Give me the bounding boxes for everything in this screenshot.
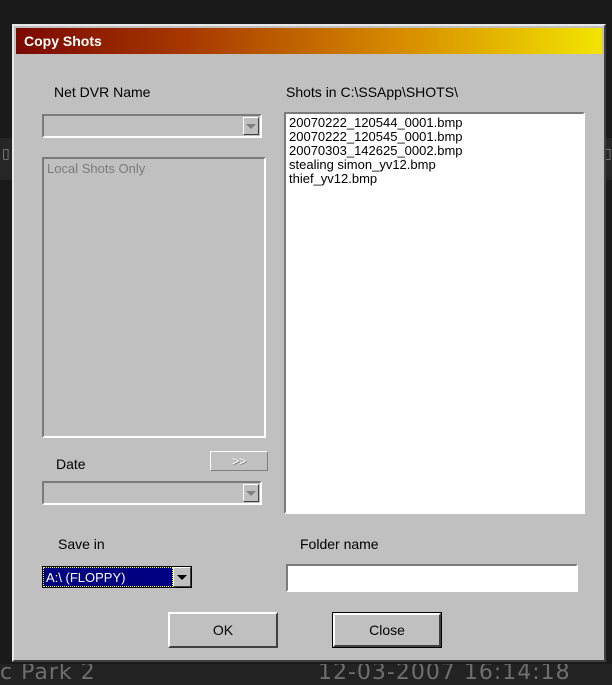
save-in-label: Save in [58, 536, 105, 552]
net-dvr-dropdown-button[interactable] [243, 117, 259, 135]
close-button[interactable]: Close [332, 612, 442, 648]
ok-button[interactable]: OK [168, 612, 278, 648]
folder-name-label: Folder name [300, 536, 379, 552]
date-dropdown-button[interactable] [243, 484, 259, 502]
dialog-titlebar[interactable]: Copy Shots [16, 28, 602, 54]
shots-folder-label: Shots in C:\SSApp\SHOTS\ [286, 84, 458, 100]
folder-name-value [288, 569, 291, 584]
dvr-list-item[interactable]: Local Shots Only [44, 162, 264, 176]
chevron-down-icon [177, 574, 187, 580]
background-timestamp: 12-03-2007 16:14:18 [318, 664, 571, 685]
net-dvr-name-label: Net DVR Name [54, 84, 151, 100]
save-in-combo[interactable]: A:\ (FLOPPY) [42, 566, 192, 588]
chevron-down-icon [246, 123, 256, 129]
shot-file-item[interactable]: 20070222_120545_0001.bmp [286, 130, 583, 144]
date-combo[interactable] [42, 481, 262, 505]
date-label: Date [56, 456, 86, 472]
save-in-dropdown-button[interactable] [173, 567, 191, 587]
close-button-label: Close [369, 622, 405, 638]
copy-shots-dialog: Copy Shots Net DVR Name Local Shots Only… [12, 24, 606, 662]
net-dvr-name-combo[interactable] [42, 114, 262, 138]
shot-file-item[interactable]: 20070303_142625_0002.bmp [286, 144, 583, 158]
shot-file-item[interactable]: stealing simon_yv12.bmp [286, 158, 583, 172]
background-edge-glyph-left: ▯ [2, 146, 10, 162]
background-status-strip: c Park 2 12-03-2007 16:14:18 [0, 664, 612, 685]
save-in-value: A:\ (FLOPPY) [43, 567, 173, 587]
folder-name-input[interactable] [286, 564, 578, 592]
dialog-title: Copy Shots [24, 33, 102, 49]
shot-file-item[interactable]: 20070222_120544_0001.bmp [286, 116, 583, 130]
date-next-button[interactable]: >> [210, 451, 268, 471]
shots-list[interactable]: 20070222_120544_0001.bmp 20070222_120545… [284, 112, 585, 514]
background-camera-name: c Park 2 [0, 664, 96, 685]
chevron-down-icon [246, 490, 256, 496]
dvr-list[interactable]: Local Shots Only [42, 157, 266, 438]
shot-file-item[interactable]: thief_yv12.bmp [286, 172, 583, 186]
